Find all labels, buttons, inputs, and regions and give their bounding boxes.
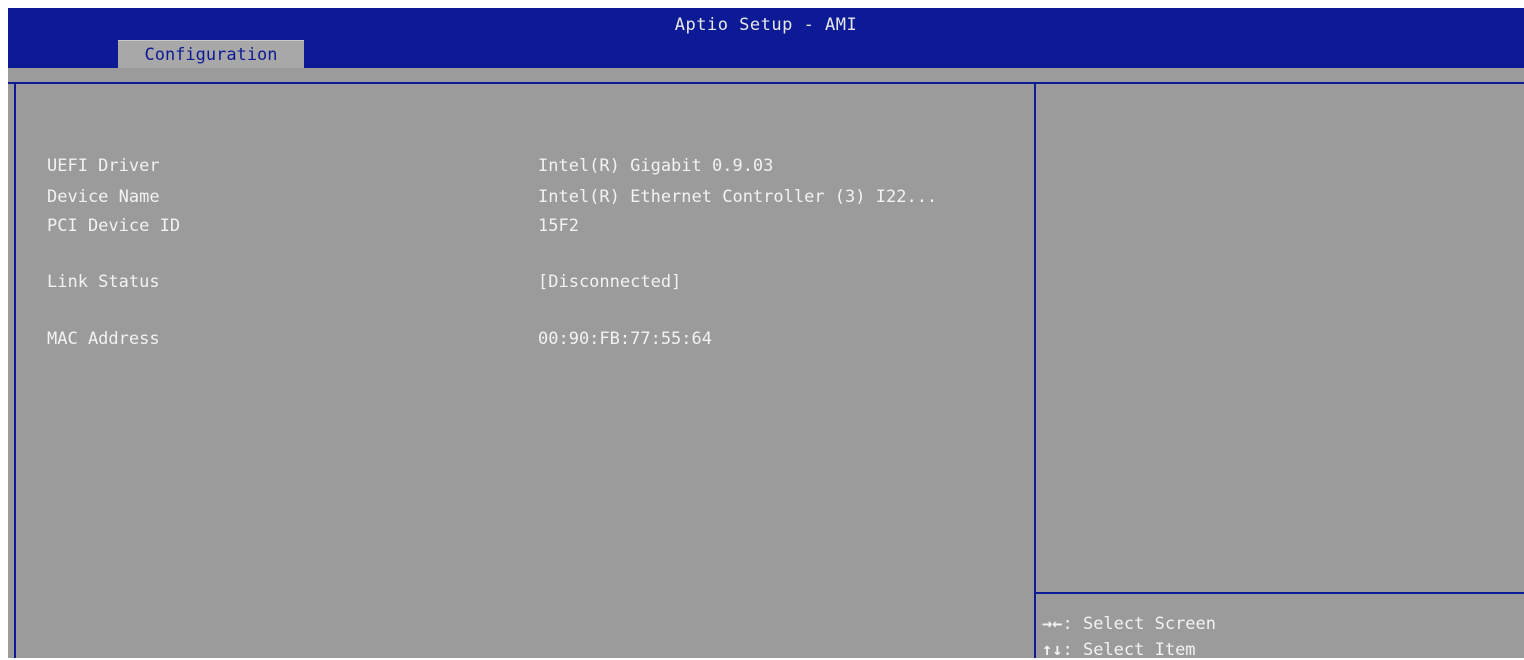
mac-address-value: 00:90:FB:77:55:64 bbox=[538, 329, 712, 349]
device-name-value: Intel(R) Ethernet Controller (3) I22... bbox=[538, 187, 938, 207]
help-select-screen: →←: Select Screen bbox=[1042, 614, 1216, 634]
help-select-item-text: : Select Item bbox=[1062, 640, 1196, 660]
link-status-value: [Disconnected] bbox=[538, 272, 682, 292]
bios-header: Aptio Setup - AMI Configuration bbox=[8, 8, 1524, 68]
help-select-item: ↑↓: Select Item bbox=[1042, 640, 1196, 660]
frame-top-border bbox=[8, 82, 1524, 84]
uefi-driver-label: UEFI Driver bbox=[47, 156, 160, 176]
frame-left-border bbox=[14, 82, 16, 658]
tab-configuration[interactable]: Configuration bbox=[118, 40, 304, 68]
uefi-driver-value: Intel(R) Gigabit 0.9.03 bbox=[538, 156, 774, 176]
help-select-screen-text: : Select Screen bbox=[1062, 614, 1217, 634]
pci-device-id-label: PCI Device ID bbox=[47, 216, 181, 236]
arrow-left-right-icon: →← bbox=[1042, 614, 1063, 634]
window-title: Aptio Setup - AMI bbox=[674, 15, 858, 35]
device-name-label: Device Name bbox=[47, 187, 160, 207]
frame-divider bbox=[1034, 82, 1036, 658]
arrow-up-down-icon: ↑↓ bbox=[1042, 640, 1063, 660]
mac-address-label: MAC Address bbox=[47, 329, 160, 349]
help-divider bbox=[1036, 592, 1524, 594]
pci-device-id-value: 15F2 bbox=[538, 216, 579, 236]
link-status-label: Link Status bbox=[47, 272, 160, 292]
